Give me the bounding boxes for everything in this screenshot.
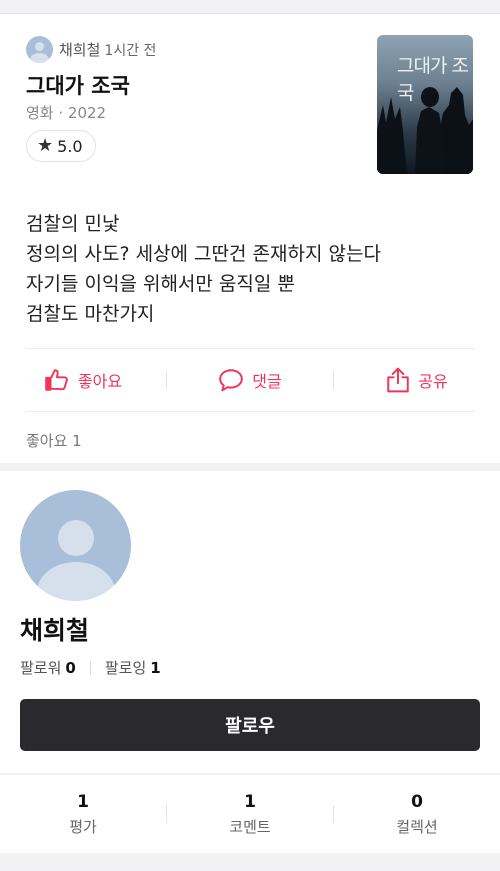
rating-badge: ★ 5.0 bbox=[26, 130, 96, 162]
stat-collections[interactable]: 0 컬렉션 bbox=[334, 792, 500, 837]
review-line: 정의의 사도? 세상에 그딴건 존재하지 않는다 bbox=[26, 243, 381, 265]
poster-title: 그대가 조국 bbox=[397, 55, 469, 104]
share-icon bbox=[387, 367, 409, 393]
stats-bar: 1 평가 1 코멘트 0 컬렉션 bbox=[0, 774, 500, 853]
stat-value: 0 bbox=[411, 791, 423, 812]
review-line: 자기들 이익을 위해서만 움직일 뿐 bbox=[26, 273, 295, 295]
comment-label: 댓글 bbox=[252, 372, 282, 391]
following-link[interactable]: 팔로잉 1 bbox=[105, 657, 161, 678]
stat-value: 1 bbox=[244, 791, 256, 812]
share-label: 공유 bbox=[418, 372, 448, 391]
movie-title[interactable]: 그대가 조국 bbox=[26, 70, 130, 100]
stat-comments[interactable]: 1 코멘트 bbox=[167, 792, 333, 837]
profile-avatar[interactable] bbox=[20, 490, 131, 601]
post-time: 1시간 전 bbox=[104, 42, 157, 59]
stat-value: 1 bbox=[77, 791, 89, 812]
followers-count: 0 bbox=[65, 659, 76, 677]
stat-label: 컬렉션 bbox=[396, 817, 438, 836]
stat-label: 코멘트 bbox=[229, 817, 271, 836]
review-line: 검찰도 마찬가지 bbox=[26, 303, 155, 325]
following-label: 팔로잉 bbox=[104, 659, 147, 677]
comment-button[interactable]: 댓글 bbox=[167, 368, 333, 392]
profile-card: 채희철 팔로워 0 팔로잉 1 팔로우 bbox=[0, 471, 500, 773]
review-text: 검찰의 민낯 정의의 사도? 세상에 그딴건 존재하지 않는다 자기들 이익을 … bbox=[26, 209, 381, 329]
likes-count[interactable]: 좋아요 1 bbox=[26, 430, 82, 451]
like-button[interactable]: 좋아요 bbox=[0, 367, 166, 393]
movie-poster[interactable]: 그대가 조국 bbox=[377, 35, 473, 174]
share-button[interactable]: 공유 bbox=[334, 367, 500, 393]
thumbs-up-icon bbox=[45, 369, 68, 391]
follow-stats: 팔로워 0 팔로잉 1 bbox=[20, 657, 161, 678]
rating-value: 5.0 bbox=[57, 136, 83, 156]
review-line: 검찰의 민낯 bbox=[26, 213, 120, 235]
follow-button[interactable]: 팔로우 bbox=[20, 699, 480, 751]
following-count: 1 bbox=[150, 659, 161, 677]
author-name[interactable]: 채희철 bbox=[59, 39, 100, 60]
profile-name: 채희철 bbox=[20, 616, 90, 645]
stat-ratings[interactable]: 1 평가 bbox=[0, 792, 166, 837]
action-bar: 좋아요 댓글 공유 bbox=[0, 349, 500, 411]
stat-label: 평가 bbox=[69, 817, 97, 836]
speech-bubble-icon bbox=[219, 369, 244, 392]
review-card: 채희철 1시간 전 그대가 조국 영화 · 2022 ★ 5.0 그대가 조국 … bbox=[0, 14, 500, 463]
followers-label: 팔로워 bbox=[20, 659, 62, 677]
divider bbox=[26, 411, 475, 412]
followers-link[interactable]: 팔로워 0 bbox=[20, 657, 76, 678]
top-strip bbox=[0, 0, 500, 14]
movie-meta: 영화 · 2022 bbox=[26, 104, 107, 122]
like-label: 좋아요 bbox=[77, 372, 123, 391]
star-icon: ★ bbox=[37, 135, 54, 156]
author-row[interactable]: 채희철 1시간 전 bbox=[26, 36, 156, 63]
author-avatar[interactable] bbox=[26, 36, 53, 63]
stat-separator bbox=[89, 660, 91, 675]
